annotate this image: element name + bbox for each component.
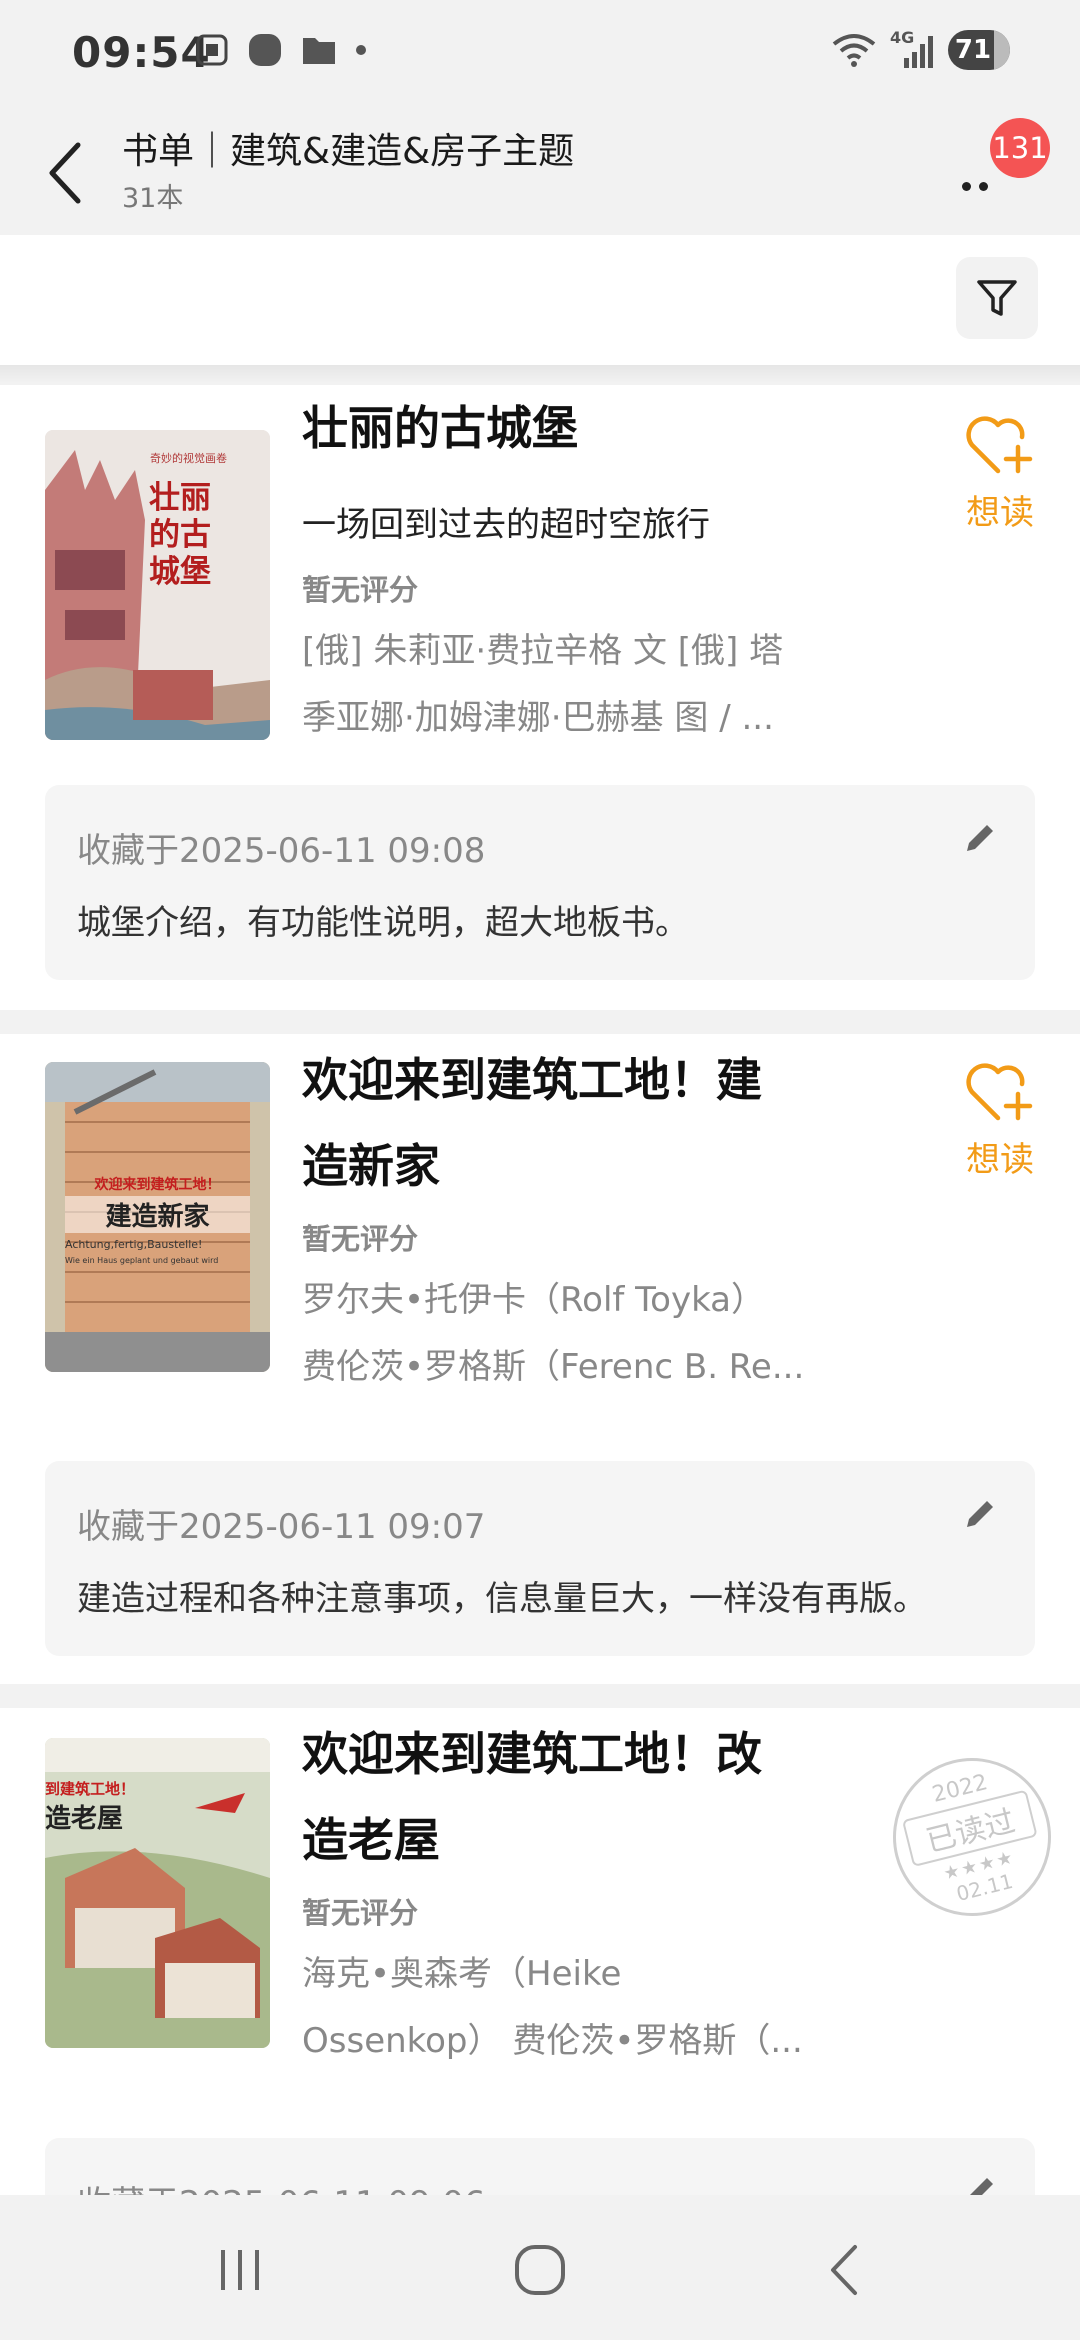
dot-icon xyxy=(356,45,366,55)
book-count: 31本 xyxy=(122,183,184,214)
author-line: 费伦茨•罗格斯（Ferenc B. Re... xyxy=(302,1347,805,1387)
filter-bar xyxy=(0,235,1080,365)
note-box: 收藏于2025-06-11 09:08 城堡介绍，有功能性说明，超大地板书。 xyxy=(45,785,1035,980)
rating-text: 暂无评分 xyxy=(302,573,419,607)
note-box: 收藏于2025-06-11 09:07 建造过程和各种注意事项，信息量巨大，一样… xyxy=(45,1461,1035,1656)
author-line: 罗尔夫•托伊卡（Rolf Toyka） xyxy=(302,1280,766,1320)
heart-plus-icon xyxy=(966,1063,1033,1121)
filter-icon xyxy=(977,280,1017,316)
chevron-left-icon xyxy=(49,142,81,204)
more-dot-icon xyxy=(962,181,971,191)
cover-series: 奇妙的视觉画卷 xyxy=(150,452,227,465)
status-bar: 09:54 4G 71 xyxy=(0,0,1080,110)
notification-badge: 131 xyxy=(990,118,1050,178)
back-arrow-icon xyxy=(831,2245,857,2295)
author-line: 海克•奥森考（Heike xyxy=(302,1954,622,1994)
app-notification-icon xyxy=(249,34,281,66)
book-subtitle: 一场回到过去的超时空旅行 xyxy=(302,505,710,545)
edit-note-icon[interactable] xyxy=(959,819,999,859)
page-title: 书单｜建筑&建造&房子主题 xyxy=(122,131,575,172)
filter-shadow xyxy=(0,365,1080,383)
status-time: 09:54 xyxy=(72,28,211,77)
want-to-read-button[interactable]: 想读 xyxy=(955,1062,1045,1181)
want-to-read-label: 想读 xyxy=(966,1140,1034,1180)
note-text: 城堡介绍，有功能性说明，超大地板书。 xyxy=(77,903,689,943)
cover-title: 壮丽的古城堡 xyxy=(149,480,211,590)
book-cover[interactable]: 欢迎来到建筑工地！ 建造新家 Achtung,fertig,Baustelle!… xyxy=(45,1062,270,1372)
app-header: 书单｜建筑&建造&房子主题 31本 131 xyxy=(0,110,1080,235)
cover-series: 欢迎来到建筑工地！ xyxy=(94,1177,221,1193)
heart-plus-icon xyxy=(966,416,1033,474)
cover-series: 到建筑工地！ xyxy=(45,1780,136,1798)
read-stamp: 2022 已读过 ★★★★ 02.11 xyxy=(876,1741,1068,1933)
signal-indicator: 4G xyxy=(890,28,934,70)
cover-subtitle: Achtung,fertig,Baustelle! xyxy=(65,1238,203,1251)
cover-title: 造老屋 xyxy=(45,1804,124,1834)
wifi-icon xyxy=(832,34,876,67)
folder-icon xyxy=(303,38,335,64)
want-to-read-label: 想读 xyxy=(966,493,1034,533)
rating-text: 暂无评分 xyxy=(302,1896,419,1930)
signal-icon xyxy=(904,36,933,68)
book-title-line: 造新家 xyxy=(302,1139,440,1193)
battery-icon: 71 xyxy=(948,30,1010,70)
system-nav-bar xyxy=(0,2195,1080,2340)
back-button[interactable] xyxy=(36,128,96,218)
recent-apps-button[interactable] xyxy=(195,2235,285,2305)
author-line: [俄] 朱莉亚·费拉辛格 文 [俄] 塔 xyxy=(302,631,784,671)
want-to-read-button[interactable]: 想读 xyxy=(955,415,1045,534)
more-dot-icon xyxy=(979,181,988,191)
edit-note-icon[interactable] xyxy=(959,1495,999,1535)
card-divider xyxy=(0,1684,1080,1708)
book-card[interactable]: 欢迎来到建筑工地！ 建造新家 Achtung,fertig,Baustelle!… xyxy=(0,1034,1080,1684)
home-button[interactable] xyxy=(495,2235,585,2305)
book-title-line: 造老屋 xyxy=(302,1813,440,1867)
rating-text: 暂无评分 xyxy=(302,1222,419,1256)
recent-apps-icon xyxy=(221,2250,259,2290)
note-text: 建造过程和各种注意事项，信息量巨大，一样没有再版。 xyxy=(77,1579,927,1619)
note-date: 收藏于2025-06-11 09:07 xyxy=(77,1507,486,1547)
author-line: Ossenkop） 费伦茨•罗格斯（... xyxy=(302,2021,803,2061)
cover-title: 建造新家 xyxy=(65,1196,250,1233)
book-title-line: 欢迎来到建筑工地！建 xyxy=(302,1053,762,1107)
book-title[interactable]: 欢迎来到建筑工地！改 造老屋 xyxy=(302,1711,822,1883)
card-divider xyxy=(0,1010,1080,1034)
status-icons-left xyxy=(195,32,367,68)
book-card[interactable]: 奇妙的视觉画卷 壮丽的古城堡 壮丽的古城堡 一场回到过去的超时空旅行 暂无评分 … xyxy=(0,385,1080,1010)
book-card[interactable]: 到建筑工地！ 造老屋 欢迎来到建筑工地！改 造老屋 暂无评分 海克•奥森考（He… xyxy=(0,1708,1080,2333)
battery-level: 71 xyxy=(954,35,992,65)
note-date: 收藏于2025-06-11 09:08 xyxy=(77,831,486,871)
system-back-button[interactable] xyxy=(800,2235,890,2305)
book-cover[interactable]: 到建筑工地！ 造老屋 xyxy=(45,1738,270,2048)
cover-tagline: Wie ein Haus geplant und gebaut wird xyxy=(65,1256,219,1265)
filter-button[interactable] xyxy=(956,257,1038,339)
book-title-line: 欢迎来到建筑工地！改 xyxy=(302,1727,762,1781)
book-title[interactable]: 壮丽的古城堡 xyxy=(302,385,822,471)
book-title[interactable]: 欢迎来到建筑工地！建 造新家 xyxy=(302,1037,822,1209)
book-cover[interactable]: 奇妙的视觉画卷 壮丽的古城堡 xyxy=(45,430,270,740)
screenshot-icon xyxy=(196,34,228,66)
home-icon xyxy=(515,2245,565,2295)
author-line: 季亚娜·加姆津娜·巴赫基 图 / ... xyxy=(302,698,774,738)
status-icons-right: 4G 71 xyxy=(832,28,1010,70)
